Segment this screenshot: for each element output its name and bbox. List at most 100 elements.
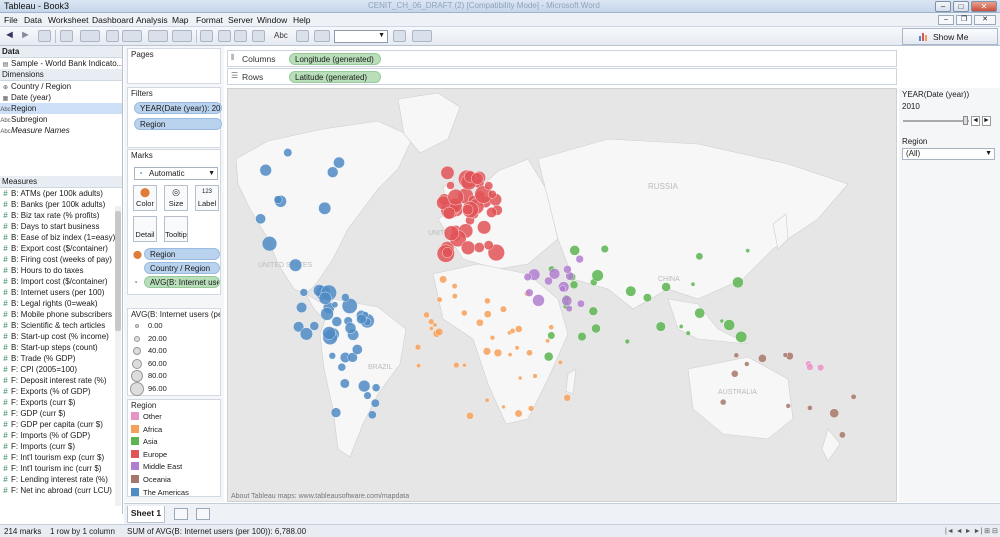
fit-dropdown[interactable]: ▼: [334, 30, 388, 43]
country-mark[interactable]: [545, 338, 550, 344]
country-mark[interactable]: [337, 363, 347, 372]
country-mark[interactable]: [476, 318, 484, 327]
measure-item[interactable]: # B: Biz tax rate (% profits): [0, 210, 122, 221]
country-mark[interactable]: [370, 398, 380, 408]
marks-field-region[interactable]: Region: [144, 248, 220, 260]
country-mark[interactable]: [685, 330, 691, 336]
sheet-nav-icons[interactable]: |◄ ◄ ► ►| ⊞ ⊟: [945, 527, 998, 535]
country-mark[interactable]: [624, 338, 630, 345]
country-mark[interactable]: [453, 362, 460, 369]
country-mark[interactable]: [565, 305, 573, 313]
measures-scrollbar-thumb[interactable]: [115, 211, 121, 331]
year-slider-thumb[interactable]: [963, 116, 968, 125]
country-mark[interactable]: [509, 328, 516, 334]
country-mark[interactable]: [327, 166, 339, 178]
country-mark[interactable]: [526, 349, 533, 357]
new-worksheet-icon[interactable]: [80, 30, 100, 42]
country-mark[interactable]: [694, 307, 706, 319]
measure-item[interactable]: # F: Lending interest rate (%): [0, 474, 122, 485]
measure-item[interactable]: # B: Legal rights (0=weak): [0, 298, 122, 309]
country-mark[interactable]: [289, 258, 303, 272]
next-year-button[interactable]: ►: [982, 116, 991, 126]
country-mark[interactable]: [532, 294, 545, 307]
auto-update-icon[interactable]: [148, 30, 168, 42]
size-button[interactable]: ◎ Size: [164, 185, 188, 211]
maximize-button[interactable]: □: [953, 1, 969, 12]
country-mark[interactable]: [466, 411, 474, 420]
country-mark[interactable]: [732, 276, 744, 289]
measure-item[interactable]: # B: Firing cost (weeks of pay): [0, 254, 122, 265]
country-mark[interactable]: [577, 332, 587, 342]
country-mark[interactable]: [273, 195, 283, 204]
country-mark[interactable]: [557, 359, 563, 365]
country-mark[interactable]: [484, 181, 494, 191]
country-mark[interactable]: [515, 325, 523, 333]
rows-pill[interactable]: Latitude (generated): [289, 71, 381, 83]
marks-field-country[interactable]: Country / Region: [144, 262, 220, 274]
country-mark[interactable]: [507, 352, 513, 357]
measure-item[interactable]: # F: Int'l tourism inc (curr $): [0, 463, 122, 474]
country-mark[interactable]: [451, 293, 458, 300]
country-mark[interactable]: [528, 405, 535, 412]
country-mark[interactable]: [255, 213, 266, 225]
country-mark[interactable]: [525, 288, 534, 297]
measure-item[interactable]: # B: Start-up steps (count): [0, 342, 122, 353]
color-legend-item[interactable]: Europe: [128, 449, 220, 462]
measure-item[interactable]: # F: Exports (curr $): [0, 397, 122, 408]
menu-map[interactable]: Map: [172, 15, 189, 25]
dimension-item[interactable]: ⊕ Country / Region: [0, 81, 122, 92]
country-mark[interactable]: [331, 316, 343, 327]
country-mark[interactable]: [483, 240, 494, 251]
swap-icon[interactable]: [200, 30, 213, 42]
country-mark[interactable]: [462, 204, 474, 216]
country-mark[interactable]: [785, 403, 791, 409]
country-mark[interactable]: [482, 347, 491, 356]
country-mark[interactable]: [782, 352, 788, 358]
country-mark[interactable]: [299, 327, 313, 341]
country-mark[interactable]: [514, 409, 523, 418]
country-mark[interactable]: [642, 293, 652, 303]
measure-item[interactable]: # B: Banks (per 100k adults): [0, 199, 122, 210]
refresh-icon[interactable]: [172, 30, 192, 42]
country-mark[interactable]: [487, 190, 497, 199]
country-mark[interactable]: [588, 306, 598, 316]
measure-item[interactable]: # B: Mobile phone subscribers: [0, 309, 122, 320]
country-mark[interactable]: [489, 335, 496, 341]
mdi-close-button[interactable]: ✕: [974, 15, 996, 25]
country-mark[interactable]: [442, 206, 456, 220]
menu-worksheet[interactable]: Worksheet: [48, 15, 88, 25]
country-mark[interactable]: [358, 380, 371, 393]
country-mark[interactable]: [356, 313, 367, 325]
country-mark[interactable]: [296, 301, 308, 313]
year-slider-track[interactable]: [903, 120, 969, 122]
country-mark[interactable]: [625, 285, 637, 297]
country-mark[interactable]: [414, 344, 422, 351]
country-mark[interactable]: [561, 295, 573, 307]
country-mark[interactable]: [261, 236, 278, 252]
menu-file[interactable]: File: [4, 15, 18, 25]
country-mark[interactable]: [733, 352, 739, 358]
country-mark[interactable]: [309, 321, 320, 331]
measure-item[interactable]: # B: Import cost ($/container): [0, 276, 122, 287]
country-mark[interactable]: [735, 330, 748, 343]
country-mark[interactable]: [829, 408, 840, 419]
datasource-item[interactable]: ▤ Sample - World Bank Indicato...: [0, 58, 122, 69]
country-mark[interactable]: [839, 431, 846, 439]
country-mark[interactable]: [559, 285, 566, 292]
country-mark[interactable]: [483, 310, 492, 318]
country-mark[interactable]: [471, 172, 484, 185]
previous-year-button[interactable]: ◄: [971, 116, 980, 126]
country-mark[interactable]: [758, 354, 767, 363]
country-mark[interactable]: [548, 324, 554, 330]
filter-pill-region[interactable]: Region: [134, 118, 222, 130]
country-mark[interactable]: [333, 156, 345, 169]
measure-item[interactable]: # F: GDP per capita (curr $): [0, 419, 122, 430]
country-mark[interactable]: [690, 281, 696, 287]
country-mark[interactable]: [731, 370, 739, 378]
country-mark[interactable]: [367, 410, 377, 420]
country-mark[interactable]: [695, 252, 704, 261]
color-legend-item[interactable]: Oceania: [128, 474, 220, 487]
country-mark[interactable]: [441, 247, 453, 258]
measure-item[interactable]: # B: Scientific & tech articles: [0, 320, 122, 331]
save-icon[interactable]: [38, 30, 51, 42]
